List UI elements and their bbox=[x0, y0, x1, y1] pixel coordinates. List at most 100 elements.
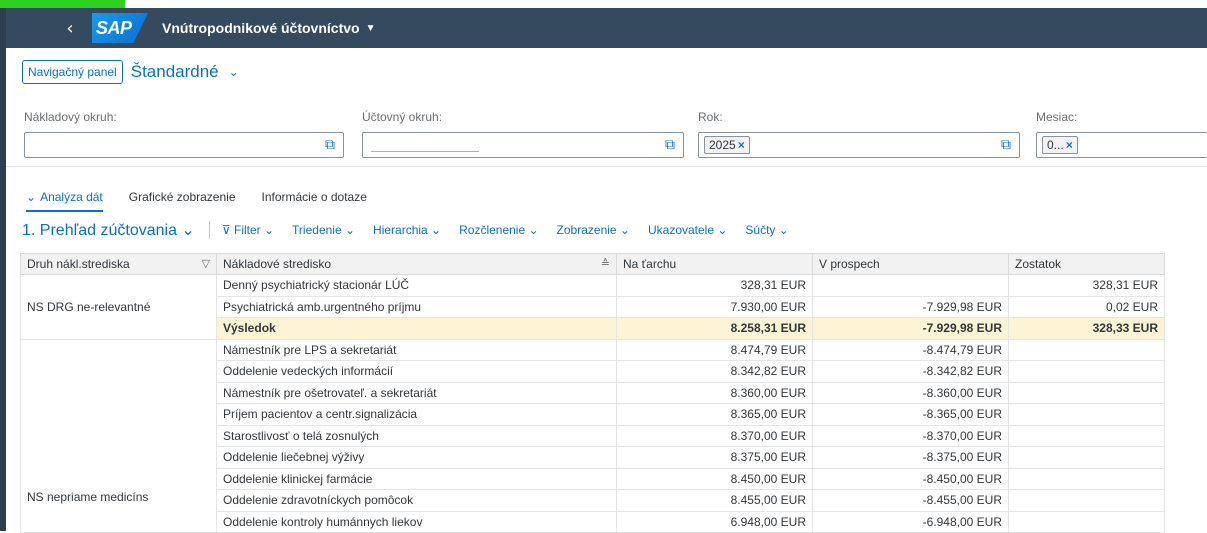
tab-label: Analýza dát bbox=[40, 190, 103, 204]
toolbar-label: Hierarchia bbox=[373, 223, 428, 237]
column-header[interactable]: V prospech bbox=[812, 253, 1009, 275]
cost-area-input[interactable]: ⧉ bbox=[24, 132, 344, 158]
sort-menu[interactable]: Triedenie ⌄ bbox=[292, 223, 355, 237]
month-token[interactable]: 0... × bbox=[1042, 136, 1078, 154]
amount-cell[interactable]: 8.342,82 EUR bbox=[616, 360, 813, 383]
amount-cell[interactable]: 6.948,00 EUR bbox=[616, 510, 813, 533]
filter-icon[interactable]: ▽ bbox=[202, 257, 210, 270]
value-help-icon[interactable]: ⧉ bbox=[665, 137, 675, 153]
cost-center-cell[interactable]: Oddelenie kontroly humánnych liekov bbox=[216, 510, 617, 533]
amount-cell[interactable]: 8.455,00 EUR bbox=[616, 489, 813, 512]
tab-data-analysis[interactable]: ⌄ Analýza dát bbox=[26, 190, 103, 212]
table-header-row: Druh nákl.strediska ▽ Nákladové stredisko… bbox=[20, 253, 1165, 275]
cost-center-cell[interactable]: Oddelenie zdravotníckych pomôcok bbox=[216, 489, 617, 512]
main-content: Navigačný panel Štandardné ⌄ Nákladový o… bbox=[6, 48, 1207, 533]
amount-cell[interactable]: 8.375,00 EUR bbox=[616, 446, 813, 469]
app-title-menu[interactable]: Vnútropodnikové účtovníctvo ▼ bbox=[162, 20, 375, 36]
report-title: 1. Prehľad zúčtovania bbox=[22, 222, 177, 239]
remove-token-icon[interactable]: × bbox=[738, 138, 745, 152]
amount-cell[interactable]: 8.450,00 EUR bbox=[616, 467, 813, 490]
cost-center-cell[interactable]: Oddelenie liečebnej výživy bbox=[216, 446, 617, 469]
amount-cell[interactable]: -8.375,00 EUR bbox=[812, 446, 1009, 469]
amount-cell[interactable]: 8.365,00 EUR bbox=[616, 403, 813, 426]
toolbar-label: Rozčlenenie bbox=[459, 223, 526, 237]
column-header[interactable]: Nákladové stredisko ≙ bbox=[216, 253, 617, 275]
tab-query-info[interactable]: Informácie o dotaze bbox=[262, 190, 367, 212]
chevron-down-icon: ⌄ bbox=[228, 65, 239, 79]
cost-center-cell[interactable]: Oddelenie vedeckých informácií bbox=[216, 360, 617, 383]
amount-cell[interactable]: -8.474,79 EUR bbox=[812, 338, 1009, 361]
amount-cell[interactable] bbox=[812, 274, 1009, 297]
cost-center-cell[interactable]: Starostlivosť o telá zosnulých bbox=[216, 424, 617, 447]
year-input[interactable]: 2025 × ⧉ bbox=[698, 132, 1020, 158]
amount-cell[interactable]: 328,31 EUR bbox=[1008, 274, 1165, 297]
amount-cell[interactable] bbox=[1008, 489, 1165, 512]
amount-cell[interactable]: 7.930,00 EUR bbox=[616, 295, 813, 318]
totals-menu[interactable]: Súčty ⌄ bbox=[745, 223, 788, 237]
toolbar-label: Triedenie bbox=[292, 223, 342, 237]
amount-cell[interactable]: 328,31 EUR bbox=[616, 274, 813, 297]
amount-cell[interactable]: 328,33 EUR bbox=[1008, 317, 1165, 340]
cost-center-cell[interactable]: Príjem pacientov a centr.signalizácia bbox=[216, 403, 617, 426]
navigation-panel-button[interactable]: Navigačný panel bbox=[22, 60, 123, 84]
back-icon[interactable]: ‹ bbox=[52, 18, 88, 39]
amount-cell[interactable]: -8.342,82 EUR bbox=[812, 360, 1009, 383]
value-help-icon[interactable]: ⧉ bbox=[1001, 137, 1011, 153]
year-token[interactable]: 2025 × bbox=[704, 136, 750, 154]
amount-cell[interactable] bbox=[1008, 424, 1165, 447]
filter-month: Mesiac: 0... × bbox=[1036, 110, 1207, 158]
display-menu[interactable]: Zobrazenie ⌄ bbox=[557, 223, 630, 237]
report-title-selector[interactable]: 1. Prehľad zúčtovania ⌄ bbox=[22, 220, 195, 240]
amount-cell[interactable]: -7.929,98 EUR bbox=[812, 317, 1009, 340]
filter-menu[interactable]: ⊽ Filter ⌄ bbox=[222, 223, 274, 237]
breakdown-menu[interactable]: Rozčlenenie ⌄ bbox=[459, 223, 538, 237]
amount-cell[interactable]: 8.474,79 EUR bbox=[616, 338, 813, 361]
amount-cell[interactable] bbox=[1008, 446, 1165, 469]
table-row: NS DRG ne-relevantné Denný psychiatrický … bbox=[20, 274, 1165, 340]
key-figures-menu[interactable]: Ukazovatele ⌄ bbox=[648, 223, 727, 237]
cost-center-type-cell[interactable]: NS DRG ne-relevantné bbox=[20, 274, 217, 340]
remove-token-icon[interactable]: × bbox=[1066, 138, 1073, 152]
shell-bar: ‹ SAP Vnútropodnikové účtovníctvo ▼ bbox=[6, 8, 1207, 48]
amount-cell[interactable] bbox=[1008, 510, 1165, 533]
sort-icon[interactable]: ≙ bbox=[601, 257, 610, 270]
tab-graphic-view[interactable]: Grafické zobrazenie bbox=[129, 190, 236, 212]
amount-cell[interactable]: 8.360,00 EUR bbox=[616, 381, 813, 404]
cost-center-cell[interactable]: Námestník pre LPS a sekretariát bbox=[216, 338, 617, 361]
cost-center-cell[interactable]: Výsledok bbox=[216, 317, 617, 340]
value-help-icon[interactable]: ⧉ bbox=[325, 137, 335, 153]
amount-cell[interactable] bbox=[1008, 338, 1165, 361]
toolbar-label: Filter bbox=[233, 223, 261, 237]
filter-label: Účtovný okruh: bbox=[362, 110, 443, 124]
amount-cell[interactable] bbox=[1008, 467, 1165, 490]
column-header[interactable]: Zostatok bbox=[1008, 253, 1165, 275]
amount-cell[interactable]: -7.929,98 EUR bbox=[812, 295, 1009, 318]
cost-center-type-cell[interactable]: NS nepriame medicíns bbox=[20, 338, 217, 533]
cost-center-cell[interactable]: Námestník pre ošetrovateľ. a sekretariát bbox=[216, 381, 617, 404]
variant-name: Štandardné bbox=[130, 62, 219, 81]
month-input[interactable]: 0... × bbox=[1036, 132, 1207, 158]
column-header[interactable]: Druh nákl.strediska ▽ bbox=[20, 253, 217, 275]
column-header[interactable]: Na ťarchu bbox=[616, 253, 813, 275]
amount-cell[interactable] bbox=[1008, 360, 1165, 383]
cost-center-cell[interactable]: Psychiatrická amb.urgentného príjmu bbox=[216, 295, 617, 318]
amount-cell[interactable]: -8.370,00 EUR bbox=[812, 424, 1009, 447]
company-code-input[interactable]: ⧉ bbox=[362, 132, 684, 158]
amount-cell[interactable] bbox=[1008, 381, 1165, 404]
amount-cell[interactable]: -6.948,00 EUR bbox=[812, 510, 1009, 533]
tab-bar: ⌄ Analýza dát Grafické zobrazenie Informá… bbox=[26, 190, 367, 212]
amount-cell[interactable] bbox=[1008, 403, 1165, 426]
amount-cell[interactable]: -8.455,00 EUR bbox=[812, 489, 1009, 512]
amount-cell[interactable]: 0,02 EUR bbox=[1008, 295, 1165, 318]
cost-center-cell[interactable]: Denný psychiatrický stacionár LÚČ bbox=[216, 274, 617, 297]
table-row: NS nepriame medicíns Námestník pre LPS a … bbox=[20, 338, 1165, 533]
variant-selector[interactable]: Štandardné ⌄ bbox=[131, 62, 239, 82]
amount-cell[interactable]: 8.258,31 EUR bbox=[616, 317, 813, 340]
hierarchy-menu[interactable]: Hierarchia ⌄ bbox=[373, 223, 441, 237]
sap-logo[interactable]: SAP bbox=[92, 13, 148, 43]
amount-cell[interactable]: 8.370,00 EUR bbox=[616, 424, 813, 447]
amount-cell[interactable]: -8.450,00 EUR bbox=[812, 467, 1009, 490]
amount-cell[interactable]: -8.360,00 EUR bbox=[812, 381, 1009, 404]
amount-cell[interactable]: -8.365,00 EUR bbox=[812, 403, 1009, 426]
cost-center-cell[interactable]: Oddelenie klinickej farmácie bbox=[216, 467, 617, 490]
